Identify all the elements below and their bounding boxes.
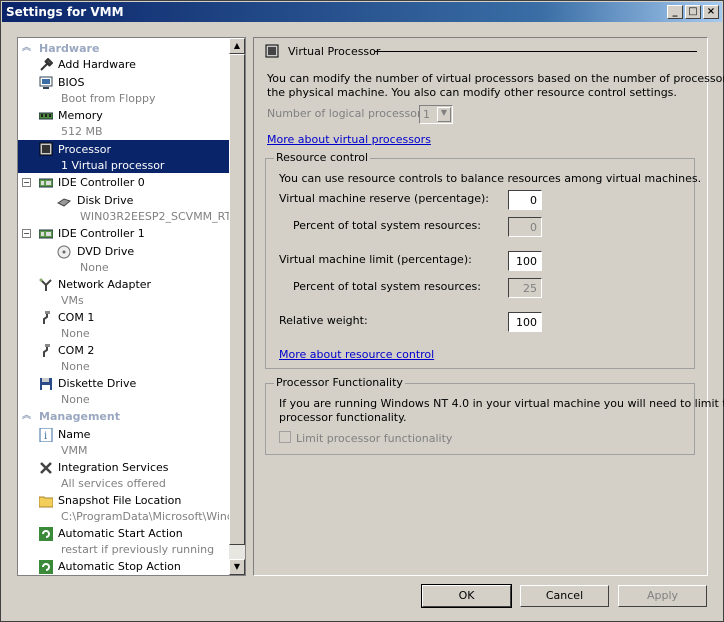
- svg-text:i: i: [44, 431, 47, 442]
- tree-item-processor[interactable]: Processor 1 Virtual processor: [18, 140, 229, 173]
- reserve-percent-label: Percent of total system resources:: [293, 219, 481, 232]
- resource-control-description: You can use resource controls to balance…: [279, 172, 702, 185]
- tree-item-dvd-drive[interactable]: DVD Drive None: [18, 243, 229, 275]
- tree-item-memory[interactable]: Memory 512 MB: [18, 107, 229, 139]
- minimize-button[interactable]: _: [667, 5, 683, 19]
- vm-limit-label: Virtual machine limit (percentage):: [279, 253, 472, 266]
- close-button[interactable]: ×: [703, 5, 719, 19]
- network-adapter-icon: [39, 278, 52, 291]
- tree-item-ide-controller-1[interactable]: − IDE Controller 1: [18, 225, 229, 242]
- vm-reserve-label: Virtual machine reserve (percentage):: [279, 192, 489, 205]
- tree-item-integration-services[interactable]: Integration Services All services offere…: [18, 459, 229, 491]
- processor-functionality-line-1: If you are running Windows NT 4.0 in you…: [279, 397, 724, 410]
- panel-title: Virtual Processor: [288, 45, 381, 58]
- settings-tree[interactable]: ︽ Hardware Add Hardware BIOS Boot from F…: [17, 37, 246, 576]
- processor-functionality-line-2: processor functionality.: [279, 411, 407, 424]
- relative-weight-input[interactable]: 100: [508, 312, 542, 332]
- ide-controller-icon: [39, 229, 53, 239]
- intro-text-line-2: the physical machine. You also can modif…: [267, 86, 677, 99]
- bios-icon: [39, 76, 53, 89]
- chevron-down-icon: ▼: [437, 107, 451, 122]
- management-section-header[interactable]: ︽ Management: [18, 408, 229, 424]
- floppy-disk-icon: [40, 378, 52, 390]
- window-title: Settings for VMM: [6, 5, 124, 19]
- tree-item-name[interactable]: i Name VMM: [18, 426, 229, 458]
- intro-text-line-1: You can modify the number of virtual pro…: [267, 72, 724, 85]
- tree-scrollbar[interactable]: ▲ ▼: [229, 38, 245, 575]
- info-icon: i: [39, 428, 53, 442]
- com-port-icon: [43, 311, 50, 324]
- processor-icon: [265, 44, 279, 58]
- dvd-icon: [57, 245, 71, 259]
- limit-processor-functionality-checkbox[interactable]: [279, 431, 291, 443]
- header-divider: [375, 51, 697, 52]
- com-port-icon: [43, 344, 50, 357]
- reserve-percent-value: 0: [508, 217, 542, 237]
- scroll-up-arrow-icon[interactable]: ▲: [229, 38, 245, 54]
- collapse-toggle-icon[interactable]: −: [22, 229, 31, 238]
- hardware-section-header[interactable]: ︽ Hardware: [18, 40, 229, 56]
- processor-icon: [39, 142, 53, 156]
- settings-tree-list: ︽ Hardware Add Hardware BIOS Boot from F…: [18, 38, 229, 575]
- more-about-resource-control-link[interactable]: More about resource control: [279, 348, 434, 361]
- refresh-icon: [39, 560, 53, 574]
- tree-item-network-adapter[interactable]: Network Adapter VMs: [18, 276, 229, 308]
- ok-button[interactable]: OK: [421, 584, 512, 608]
- disk-drive-icon: [57, 198, 71, 207]
- add-hardware-icon: [40, 58, 53, 71]
- tree-item-ide-controller-0[interactable]: − IDE Controller 0: [18, 174, 229, 191]
- vm-reserve-input[interactable]: 0: [508, 190, 542, 210]
- collapse-icon: ︽: [22, 411, 32, 421]
- tree-item-automatic-start-action[interactable]: Automatic Start Action restart if previo…: [18, 525, 229, 557]
- collapse-icon: ︽: [22, 43, 32, 53]
- tree-item-automatic-stop-action[interactable]: Automatic Stop Action: [18, 558, 229, 575]
- tree-item-add-hardware[interactable]: Add Hardware: [18, 56, 229, 73]
- ide-controller-icon: [39, 178, 53, 188]
- vm-limit-input[interactable]: 100: [508, 251, 542, 271]
- logical-processors-select[interactable]: 1 ▼: [419, 105, 453, 124]
- maximize-button[interactable]: □: [685, 5, 701, 19]
- limit-processor-functionality-label: Limit processor functionality: [296, 432, 453, 445]
- processor-functionality-group: Processor Functionality If you are runni…: [265, 376, 724, 455]
- more-about-virtual-processors-link[interactable]: More about virtual processors: [267, 133, 431, 146]
- processor-settings-panel: Virtual Processor You can modify the num…: [253, 37, 724, 576]
- scroll-down-arrow-icon[interactable]: ▼: [229, 559, 245, 575]
- limit-percent-value: 25: [508, 278, 542, 298]
- logical-processors-label: Number of logical processors:: [267, 107, 431, 120]
- resource-control-group: Resource control You can use resource co…: [265, 151, 701, 369]
- processor-functionality-title: Processor Functionality: [274, 376, 405, 389]
- collapse-toggle-icon[interactable]: −: [22, 178, 31, 187]
- tree-item-bios[interactable]: BIOS Boot from Floppy: [18, 74, 229, 106]
- tree-item-diskette-drive[interactable]: Diskette Drive None: [18, 375, 229, 407]
- folder-icon: [39, 496, 53, 508]
- tree-item-snapshot-file-location[interactable]: Snapshot File Location C:\ProgramData\Mi…: [18, 492, 229, 524]
- relative-weight-label: Relative weight:: [279, 314, 368, 327]
- refresh-icon: [39, 527, 53, 541]
- settings-window: Settings for VMM _ □ × ︽ Hardware Add Ha…: [0, 0, 724, 622]
- tree-item-com-2[interactable]: COM 2 None: [18, 342, 229, 374]
- tree-item-disk-drive[interactable]: Disk Drive WIN03R2EESP2_SCVMM_RTM.: [18, 192, 229, 224]
- memory-icon: [39, 112, 53, 120]
- tools-icon: [40, 462, 52, 474]
- tree-item-com-1[interactable]: COM 1 None: [18, 309, 229, 341]
- scroll-thumb[interactable]: [229, 54, 245, 545]
- limit-percent-label: Percent of total system resources:: [293, 280, 481, 293]
- title-bar[interactable]: Settings for VMM _ □ ×: [2, 2, 722, 22]
- apply-button[interactable]: Apply: [618, 585, 707, 607]
- cancel-button[interactable]: Cancel: [520, 585, 609, 607]
- resource-control-title: Resource control: [274, 151, 371, 164]
